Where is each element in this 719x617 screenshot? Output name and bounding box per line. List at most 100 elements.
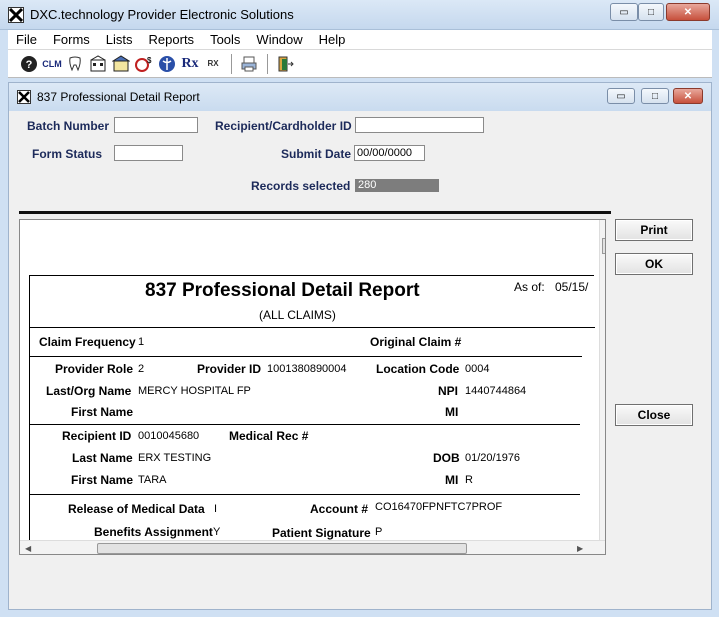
submit-date-input[interactable]: 00/00/0000 [354, 145, 425, 161]
toolbar-separator [267, 53, 268, 74]
report-window: 837 Professional Detail Report ▭ □ ✕ Bat… [8, 82, 712, 610]
menu-file[interactable]: File [8, 32, 45, 47]
provider-mi-label: MI [445, 405, 459, 419]
recipient-first-name-label: First Name [71, 473, 134, 487]
recipient-mi-label: MI [445, 473, 459, 487]
menu-reports[interactable]: Reports [141, 32, 203, 47]
as-of-label: As of: [514, 280, 545, 294]
exit-icon[interactable] [274, 53, 296, 75]
provider-role-value: 2 [138, 363, 145, 375]
dob-label: DOB [433, 451, 460, 465]
calculator-icon[interactable]: $ [133, 53, 155, 75]
maximize-button[interactable]: □ [638, 3, 664, 21]
report-window-logo-icon [17, 90, 31, 104]
location-code-label: Location Code [376, 362, 460, 376]
report-close-window-button[interactable]: ✕ [673, 88, 703, 104]
menu-forms[interactable]: Forms [45, 32, 98, 47]
recipient-id-label: Recipient/Cardholder ID [215, 119, 352, 133]
minimize-icon: ▭ [619, 6, 629, 18]
vertical-scrollbar[interactable]: ▲ ▼ [599, 220, 606, 540]
close-button[interactable]: Close [615, 404, 693, 426]
app-title: DXC.technology Provider Electronic Solut… [30, 7, 294, 22]
recipient-mi-value: R [465, 474, 473, 486]
close-icon: ✕ [683, 90, 693, 102]
menu-help[interactable]: Help [311, 32, 354, 47]
report-rule [30, 494, 580, 495]
divider [19, 211, 611, 214]
report-window-title-bar[interactable]: 837 Professional Detail Report ▭ □ ✕ [9, 83, 711, 111]
rx-icon-label: Rx [181, 55, 199, 71]
rx-small-icon[interactable]: RX [202, 53, 224, 75]
menu-lists[interactable]: Lists [98, 32, 141, 47]
toolbar: ? CLM $ Rx RX [8, 50, 712, 78]
original-claim-label: Original Claim # [370, 335, 462, 349]
last-org-name-value: MERCY HOSPITAL FP [138, 385, 251, 397]
patient-signature-value: P [375, 526, 383, 538]
report-minimize-button[interactable]: ▭ [607, 88, 635, 104]
report-rule [30, 356, 582, 357]
form-status-label: Form Status [32, 147, 103, 161]
svg-text:$: $ [147, 56, 152, 65]
benefits-assignment-value: Y [213, 526, 221, 538]
report-title: 837 Professional Detail Report [145, 280, 420, 301]
minimize-button[interactable]: ▭ [610, 3, 638, 21]
recipient-id-value-report: 0010045680 [138, 430, 200, 442]
svg-text:?: ? [26, 59, 33, 71]
provider-id-value: 1001380890004 [267, 363, 347, 375]
report-maximize-button[interactable]: □ [641, 88, 669, 104]
npi-value: 1440744864 [465, 385, 527, 397]
institutional-icon[interactable] [110, 53, 132, 75]
report-window-title: 837 Professional Detail Report [37, 90, 200, 104]
close-icon: ✕ [683, 6, 693, 18]
batch-number-input[interactable] [114, 117, 198, 133]
horizontal-scroll-thumb[interactable] [97, 543, 467, 554]
hospital-icon[interactable] [87, 53, 109, 75]
form-status-input[interactable] [114, 145, 183, 161]
help-icon[interactable]: ? [18, 53, 40, 75]
scroll-left-icon[interactable]: ◀ [25, 544, 31, 553]
print-button[interactable]: Print [615, 219, 693, 241]
provider-role-label: Provider Role [55, 362, 134, 376]
horizontal-scrollbar[interactable]: ◀ ▶ [20, 540, 605, 554]
recipient-id-input[interactable] [355, 117, 484, 133]
last-org-name-label: Last/Org Name [46, 384, 132, 398]
vertical-scroll-thumb[interactable] [602, 238, 605, 254]
toolbar-separator [231, 53, 232, 74]
scroll-down-icon[interactable]: ▼ [605, 528, 606, 537]
claim-icon[interactable]: CLM [41, 53, 63, 75]
dental-icon[interactable] [64, 53, 86, 75]
print-icon[interactable] [238, 53, 260, 75]
release-medical-data-value: I [214, 503, 218, 515]
report-preview[interactable]: 837 Professional Detail Report (ALL CLAI… [19, 219, 606, 555]
claim-frequency-label: Claim Frequency [39, 335, 136, 349]
rx-small-icon-label: RX [207, 59, 219, 68]
report-subtitle: (ALL CLAIMS) [259, 308, 336, 322]
report-page: 837 Professional Detail Report (ALL CLAI… [29, 275, 595, 545]
records-selected-label: Records selected [251, 179, 351, 193]
benefits-assignment-label: Benefits Assignment [94, 525, 213, 539]
menu-bar: File Forms Lists Reports Tools Window He… [8, 30, 712, 50]
last-name-label: Last Name [72, 451, 133, 465]
as-of-value: 05/15/ [555, 280, 589, 294]
rx-icon[interactable]: Rx [179, 53, 201, 75]
menu-tools[interactable]: Tools [202, 32, 248, 47]
claim-icon-label: CLM [42, 58, 62, 69]
medical-rec-label: Medical Rec # [229, 429, 309, 443]
report-rule [30, 327, 595, 328]
scroll-right-icon[interactable]: ▶ [577, 544, 583, 553]
last-name-value: ERX TESTING [138, 452, 212, 464]
report-rule [30, 424, 580, 425]
app-logo-icon [8, 7, 24, 23]
account-label: Account # [310, 502, 369, 516]
scroll-up-icon[interactable]: ▲ [605, 224, 606, 233]
provider-first-name-label: First Name [71, 405, 134, 419]
close-window-button[interactable]: ✕ [666, 3, 710, 21]
records-selected-value: 280 [355, 179, 439, 192]
release-medical-data-label: Release of Medical Data [68, 502, 205, 516]
app-title-bar[interactable]: DXC.technology Provider Electronic Solut… [0, 0, 719, 30]
provider-id-label: Provider ID [197, 362, 262, 376]
medical-icon[interactable] [156, 53, 178, 75]
ok-button[interactable]: OK [615, 253, 693, 275]
account-value: CO16470FPNFTC7PROF [375, 501, 503, 513]
menu-window[interactable]: Window [248, 32, 310, 47]
